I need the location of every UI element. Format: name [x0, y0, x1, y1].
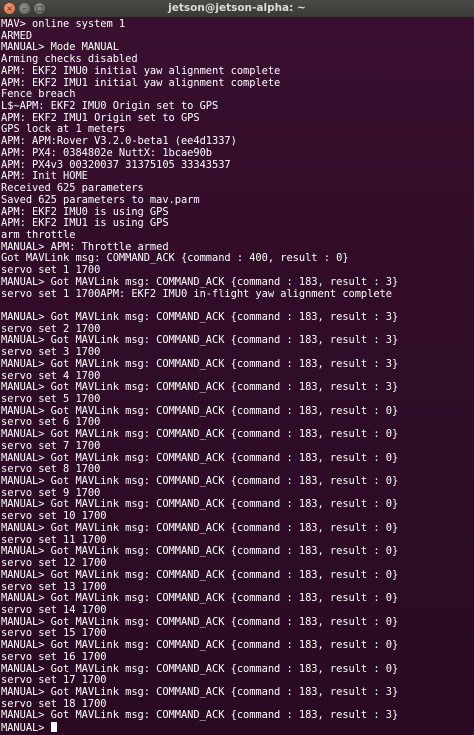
terminal-line: servo set 1 1700APM: EKF2 IMU0 in-flight…: [1, 288, 392, 300]
terminal-line: MAV> online system 1: [1, 19, 126, 30]
terminal-line: servo set 11 1700: [1, 534, 107, 546]
terminal-line: MANUAL> Got MAVLink msg: COMMAND_ACK {co…: [1, 686, 399, 698]
window-controls: × – □: [4, 3, 45, 14]
terminal-line: Received 625 parameters: [1, 183, 144, 195]
terminal-line: servo set 14 1700: [1, 604, 107, 616]
terminal-line: servo set 2 1700: [1, 323, 101, 335]
minimize-button[interactable]: –: [19, 3, 30, 14]
terminal-line: APM: EKF2 IMU1 initial yaw alignment com…: [1, 77, 281, 89]
terminal-line: servo set 7 1700: [1, 440, 101, 452]
terminal-line: MANUAL> Got MAVLink msg: COMMAND_ACK {co…: [1, 382, 399, 394]
terminal-line: MANUAL> Got MAVLink msg: COMMAND_ACK {co…: [1, 546, 399, 558]
terminal-line: MANUAL> Got MAVLink msg: COMMAND_ACK {co…: [1, 276, 399, 288]
terminal-line: APM: EKF2 IMU1 Origin set to GPS: [1, 112, 200, 124]
terminal-line: MANUAL> Mode MANUAL: [1, 42, 119, 54]
terminal-line: MANUAL> Got MAVLink msg: COMMAND_ACK {co…: [1, 593, 399, 605]
terminal-line: MANUAL> Got MAVLink msg: COMMAND_ACK {co…: [1, 569, 399, 581]
terminal-line: servo set 9 1700: [1, 487, 101, 499]
terminal-line: MANUAL> Got MAVLink msg: COMMAND_ACK {co…: [1, 405, 399, 417]
terminal-line: MANUAL> Got MAVLink msg: COMMAND_ACK {co…: [1, 311, 399, 323]
window-title: jetson@jetson-alpha: ~: [168, 2, 306, 14]
terminal-line: APM: EKF2 IMU1 is using GPS: [1, 218, 169, 230]
terminal-line: servo set 5 1700: [1, 394, 101, 405]
terminal-line: servo set 13 1700: [1, 581, 107, 593]
terminal-line: APM: PX4: 0384802e NuttX: 1bcae90b: [1, 147, 212, 159]
terminal-line: servo set 12 1700: [1, 558, 107, 570]
terminal-line: servo set 17 1700: [1, 675, 107, 687]
terminal-line: servo set 4 1700: [1, 370, 101, 382]
terminal-line: ARMED: [1, 30, 33, 42]
terminal-line: MANUAL> Got MAVLink msg: COMMAND_ACK {co…: [1, 640, 399, 652]
terminal-line: MANUAL> Got MAVLink msg: COMMAND_ACK {co…: [1, 710, 399, 722]
prompt-label: MANUAL>: [1, 722, 51, 734]
command-prompt-line[interactable]: MANUAL>: [1, 722, 474, 734]
terminal-line: Got MAVLink msg: COMMAND_ACK {command : …: [1, 253, 349, 265]
terminal-line: servo set 3 1700: [1, 347, 101, 359]
terminal-line: servo set 10 1700: [1, 511, 107, 523]
terminal-line: APM: Init HOME: [1, 171, 88, 183]
terminal-line: MANUAL> Got MAVLink msg: COMMAND_ACK {co…: [1, 616, 399, 628]
terminal-line: Saved 625 parameters to mav.parm: [1, 194, 200, 206]
terminal-line: MANUAL> Got MAVLink msg: COMMAND_ACK {co…: [1, 663, 399, 675]
terminal-line: APM: PX4v3 00320037 31375105 33343537: [1, 159, 231, 171]
terminal-line: MANUAL> Got MAVLink msg: COMMAND_ACK {co…: [1, 429, 399, 441]
terminal-line: MANUAL> Got MAVLink msg: COMMAND_ACK {co…: [1, 335, 399, 347]
terminal-line: servo set 18 1700: [1, 698, 107, 710]
terminal-line: APM: EKF2 IMU0 initial yaw alignment com…: [1, 65, 281, 77]
terminal-line: MANUAL> APM: Throttle armed: [1, 241, 169, 253]
terminal-line: MANUAL> Got MAVLink msg: COMMAND_ACK {co…: [1, 358, 399, 370]
terminal-line: GPS lock at 1 meters: [1, 124, 126, 136]
title-bar[interactable]: × – □ jetson@jetson-alpha: ~: [0, 0, 474, 18]
terminal-line: MANUAL> Got MAVLink msg: COMMAND_ACK {co…: [1, 499, 399, 511]
close-button[interactable]: ×: [4, 3, 15, 14]
terminal-line: MANUAL> Got MAVLink msg: COMMAND_ACK {co…: [1, 476, 399, 488]
terminal-line: servo set 8 1700: [1, 464, 101, 476]
maximize-button[interactable]: □: [34, 3, 45, 14]
terminal-line: Fence breach: [1, 89, 76, 101]
terminal-line: servo set 16 1700: [1, 651, 107, 663]
terminal-line: L$~APM: EKF2 IMU0 Origin set to GPS: [1, 101, 219, 113]
terminal-line: MANUAL> Got MAVLink msg: COMMAND_ACK {co…: [1, 522, 399, 534]
terminal-line: APM: EKF2 IMU0 is using GPS: [1, 206, 169, 218]
terminal-window: × – □ jetson@jetson-alpha: ~ MAV> online…: [0, 0, 474, 735]
terminal-line: arm throttle: [1, 229, 76, 241]
text-cursor: [50, 722, 57, 733]
terminal-output[interactable]: MAV> online system 1 ARMED MANUAL> Mode MA…: [0, 18, 474, 734]
terminal-line: APM: APM:Rover V3.2.0-beta1 (ee4d1337): [1, 136, 237, 148]
terminal-line: Arming checks disabled: [1, 54, 138, 66]
terminal-line: servo set 15 1700: [1, 628, 107, 640]
terminal-line: servo set 6 1700: [1, 417, 101, 429]
terminal-line: servo set 1 1700: [1, 265, 101, 277]
terminal-line: MANUAL> Got MAVLink msg: COMMAND_ACK {co…: [1, 452, 399, 464]
